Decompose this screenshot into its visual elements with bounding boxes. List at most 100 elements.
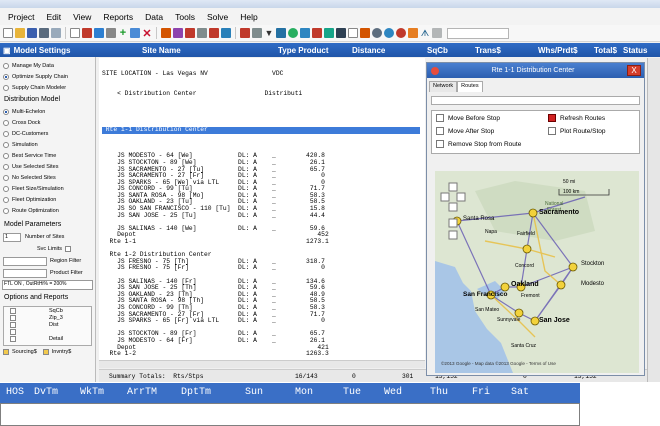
inventory-checkbox[interactable] (42, 348, 49, 355)
link-icon[interactable] (432, 28, 442, 38)
col-sat[interactable]: Sat (511, 387, 529, 398)
col-dpttm[interactable]: DptTm (181, 387, 211, 398)
radio-cross-dock[interactable]: Cross Dock (0, 117, 95, 128)
print-icon[interactable] (39, 28, 49, 38)
header-trans[interactable]: Trans$ (475, 46, 501, 55)
radio-best-service-time[interactable]: Best Service Time (0, 150, 95, 161)
refresh-routes[interactable]: Refresh Routes (548, 114, 605, 122)
radio-use-selected-sites[interactable]: Use Selected Sites (0, 161, 95, 172)
window-icon[interactable] (197, 28, 207, 38)
add-icon[interactable]: + (118, 27, 128, 39)
option-blank[interactable] (4, 328, 91, 335)
new-file-icon[interactable] (3, 28, 13, 38)
header-distance[interactable]: Distance (352, 46, 385, 55)
horizontal-scrollbar[interactable] (99, 360, 425, 368)
plot-route-stop[interactable]: Plot Route/Stop (548, 127, 606, 135)
layout-icon[interactable] (185, 28, 195, 38)
menu-project[interactable]: Project (8, 12, 34, 22)
edit-icon[interactable] (130, 28, 140, 38)
model-settings-header[interactable]: ▣ Model Settings (3, 46, 70, 55)
search-icon[interactable] (372, 28, 382, 38)
header-site-name[interactable]: Site Name (142, 46, 181, 55)
move-after-stop[interactable]: Move After Stop (436, 127, 494, 135)
save-icon[interactable] (27, 28, 37, 38)
delete-icon[interactable]: ✕ (142, 28, 152, 40)
header-type-product[interactable]: Type Product (278, 46, 329, 55)
route-map[interactable]: 50 mi 100 km National Forest Santa Rosa … (435, 171, 639, 373)
col-hos[interactable]: HOS (6, 387, 24, 398)
network-icon[interactable] (324, 28, 334, 38)
menu-help[interactable]: Help (240, 12, 257, 22)
option-zip3[interactable]: Zip_3 (4, 314, 91, 321)
globe-icon[interactable] (288, 28, 298, 38)
col-arrtm[interactable]: ArrTM (127, 387, 157, 398)
vertical-scrollbar[interactable] (647, 58, 660, 382)
option-sqcb[interactable]: SqCb (4, 307, 91, 314)
truck-icon[interactable] (360, 28, 370, 38)
radio-optimize-supply-chain[interactable]: Optimize Supply Chain (0, 71, 95, 82)
radio-fleet-optimization[interactable]: Fleet Optimization (0, 194, 95, 205)
col-tue[interactable]: Tue (343, 387, 361, 398)
filter-summary-field[interactable]: FTL ON , OutRtHi% = 200% (2, 280, 93, 290)
help-icon[interactable] (408, 28, 418, 38)
tab-routes[interactable]: Routes (457, 81, 483, 92)
filter-icon[interactable]: ▼ (264, 28, 274, 38)
grid-icon[interactable] (173, 28, 183, 38)
header-status[interactable]: Status (623, 46, 647, 55)
menu-solve[interactable]: Solve (207, 12, 228, 22)
sourcing-checkbox[interactable] (3, 348, 9, 355)
region-filter-field[interactable] (3, 256, 47, 266)
map-icon[interactable] (300, 28, 310, 38)
header-whs[interactable]: Whs/Prdt$ (538, 46, 578, 55)
radio-no-selected-sites[interactable]: No Selected Sites (0, 172, 95, 183)
pin-icon[interactable] (312, 28, 322, 38)
col-sun[interactable]: Sun (245, 387, 263, 398)
report-selected-route[interactable]: Rte 1-1 Distribution Center (102, 126, 425, 134)
header-total[interactable]: Total$ (594, 46, 617, 55)
document-icon[interactable] (70, 28, 80, 38)
print-preview-icon[interactable] (51, 28, 61, 38)
radio-dc-customers[interactable]: DC-Customers (0, 128, 95, 139)
number-of-sites-field[interactable]: 1 (3, 232, 21, 242)
calendar-icon[interactable] (348, 28, 358, 38)
radio-simulation[interactable]: Simulation (0, 139, 95, 150)
menu-view[interactable]: View (73, 12, 91, 22)
col-dvtm[interactable]: DvTm (34, 387, 58, 398)
option-detail[interactable]: Detail (4, 335, 91, 342)
toolbar-search-input[interactable] (447, 27, 509, 39)
route-icon[interactable] (240, 28, 250, 38)
col-wktm[interactable]: WkTm (80, 387, 104, 398)
radio-fleet-size-simulation[interactable]: Fleet Size/Simulation (0, 183, 95, 194)
route-report[interactable]: SITE LOCATION - Las Vegas NV VDC < Distr… (99, 58, 425, 360)
col-fri[interactable]: Fri (472, 387, 490, 398)
dialog-title-bar[interactable]: Rte 1-1 Distribution Center X (427, 63, 644, 78)
undo-icon[interactable] (82, 28, 92, 38)
product-filter-field[interactable] (3, 268, 47, 278)
option-dist[interactable]: Dist (4, 321, 91, 328)
table-icon[interactable] (161, 28, 171, 38)
close-button[interactable]: X (627, 65, 641, 76)
menu-edit[interactable]: Edit (46, 12, 61, 22)
bar-chart-icon[interactable] (336, 28, 346, 38)
settings-icon[interactable] (384, 28, 394, 38)
radio-multi-echelon[interactable]: Multi-Echelon (0, 106, 95, 117)
stop-icon[interactable] (396, 28, 406, 38)
col-thu[interactable]: Thu (430, 387, 448, 398)
radio-supply-chain-modeler[interactable]: Supply Chain Modeler (0, 82, 95, 93)
copy-icon[interactable] (94, 28, 104, 38)
sigma-icon[interactable] (276, 28, 286, 38)
route-input[interactable] (431, 96, 640, 105)
chart-icon[interactable] (221, 28, 231, 38)
menu-reports[interactable]: Reports (103, 12, 133, 22)
walk-icon[interactable]: ᗑ (420, 28, 430, 38)
radio-manage-my-data[interactable]: Manage My Data (0, 60, 95, 71)
tab-network[interactable]: Network (429, 81, 458, 92)
menu-data[interactable]: Data (145, 12, 163, 22)
remove-stop-from-route[interactable]: Remove Stop from Route (436, 140, 521, 148)
sort-icon[interactable] (252, 28, 262, 38)
svc-limits-checkbox[interactable] (65, 246, 72, 252)
menu-tools[interactable]: Tools (175, 12, 195, 22)
col-mon[interactable]: Mon (295, 387, 313, 398)
header-sqcb[interactable]: SqCb (427, 46, 448, 55)
radio-route-optimization[interactable]: Route Optimization (0, 205, 95, 216)
